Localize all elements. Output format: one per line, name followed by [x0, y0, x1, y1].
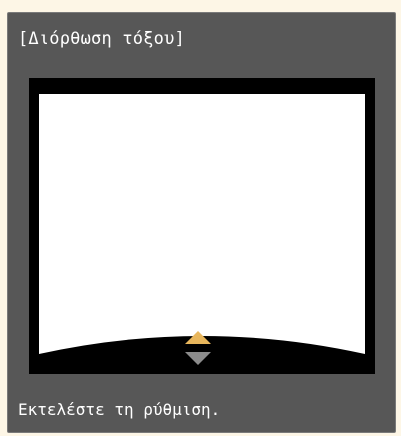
preview-canvas — [39, 94, 365, 365]
arc-correction-dialog: [Διόρθωση τόξου] Εκτελέστε τη ρύθμιση. — [7, 12, 396, 433]
correction-preview — [29, 78, 375, 374]
page-background: [Διόρθωση τόξου] Εκτελέστε τη ρύθμιση. — [0, 0, 401, 436]
projected-screen-shape — [39, 94, 365, 354]
adjust-down-arrow-icon[interactable] — [185, 352, 211, 365]
instruction-message: Εκτελέστε τη ρύθμιση. — [18, 400, 221, 419]
dialog-title: [Διόρθωση τόξου] — [18, 29, 185, 49]
